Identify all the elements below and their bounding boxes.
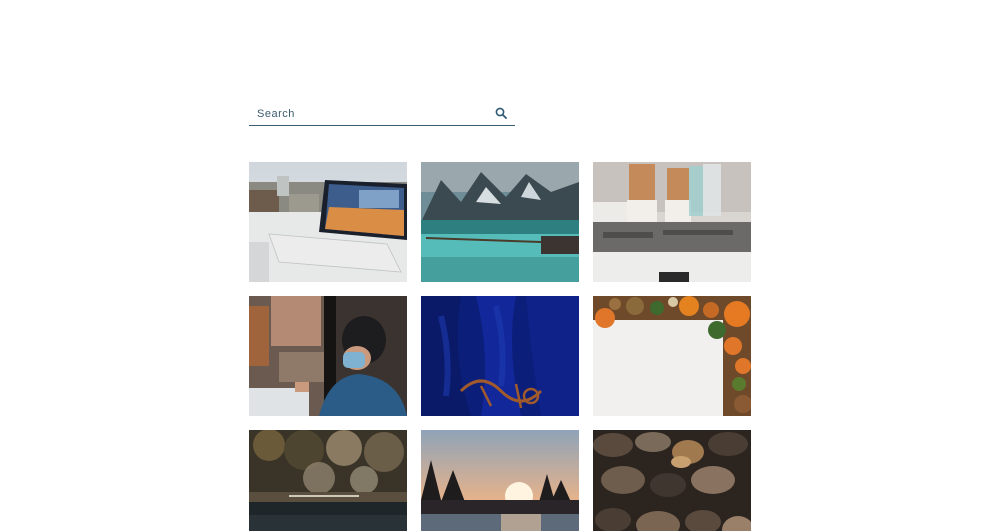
page — [0, 0, 1000, 531]
search-bar — [249, 102, 515, 126]
gallery-image-person-phone[interactable] — [249, 296, 407, 416]
gallery-image-laptop[interactable] — [249, 162, 407, 282]
gallery-image-mountain-lake[interactable] — [421, 162, 579, 282]
search-icon[interactable] — [494, 106, 508, 120]
gallery-image-sunset[interactable] — [421, 430, 579, 531]
gallery-image-coffee-cups[interactable] — [593, 162, 751, 282]
image-gallery — [249, 162, 751, 531]
gallery-image-forest-pond[interactable] — [249, 430, 407, 531]
search-input[interactable] — [249, 102, 489, 125]
gallery-image-dried-leaves[interactable] — [593, 430, 751, 531]
gallery-image-blue-fabric[interactable] — [421, 296, 579, 416]
gallery-image-pumpkins[interactable] — [593, 296, 751, 416]
